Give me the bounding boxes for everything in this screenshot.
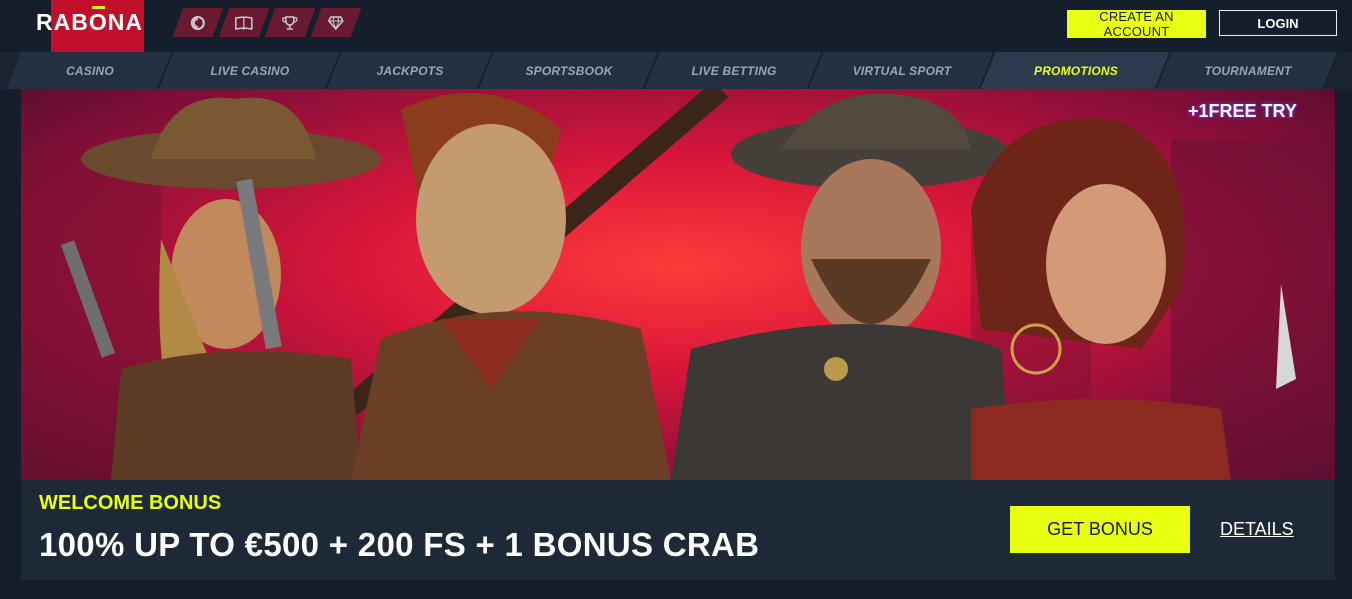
nav-item-virtual-sport[interactable]: VIRTUAL SPORT [808,52,996,89]
nav-item-promotions[interactable]: PROMOTIONS [980,52,1172,89]
book-icon[interactable] [218,8,270,37]
welcome-bonus-panel: WELCOME BONUS 100% UP TO €500 + 200 FS +… [21,480,1335,580]
character-bearded-man [671,93,1011,480]
logo[interactable]: RABONA [36,9,143,36]
hero-artwork [21,89,1335,480]
hero-banner[interactable]: +1FREE TRY [21,89,1335,480]
get-bonus-button[interactable]: GET BONUS [1010,506,1190,553]
nav-item-live-casino[interactable]: LIVE CASINO [158,52,342,89]
category-icon-tabs [172,8,362,37]
casino-chip-icon[interactable] [172,8,224,37]
details-link[interactable]: DETAILS [1220,519,1294,540]
nav-item-tournament[interactable]: TOURNAMENT [1156,52,1340,89]
character-young-man [351,93,671,480]
promo-heading: WELCOME BONUS [39,492,222,514]
trophy-icon[interactable] [264,8,316,37]
nav-item-jackpots[interactable]: JACKPOTS [326,52,494,89]
nav-item-sportsbook[interactable]: SPORTSBOOK [478,52,660,89]
diamond-icon[interactable] [310,8,362,37]
nav-item-live-betting[interactable]: LIVE BETTING [644,52,824,89]
top-bar: RABONA CREATE AN ACCOUNT LOGIN [0,0,1352,52]
login-button[interactable]: LOGIN [1219,10,1337,36]
promo-offer-text: 100% UP TO €500 + 200 FS + 1 BONUS CRAB [39,526,760,563]
create-account-button[interactable]: CREATE AN ACCOUNT [1067,9,1206,39]
nav-item-casino[interactable]: CASINO [6,52,174,89]
main-nav: CASINO LIVE CASINO JACKPOTS SPORTSBOOK L… [0,52,1352,89]
free-try-badge: +1FREE TRY [1188,101,1297,121]
